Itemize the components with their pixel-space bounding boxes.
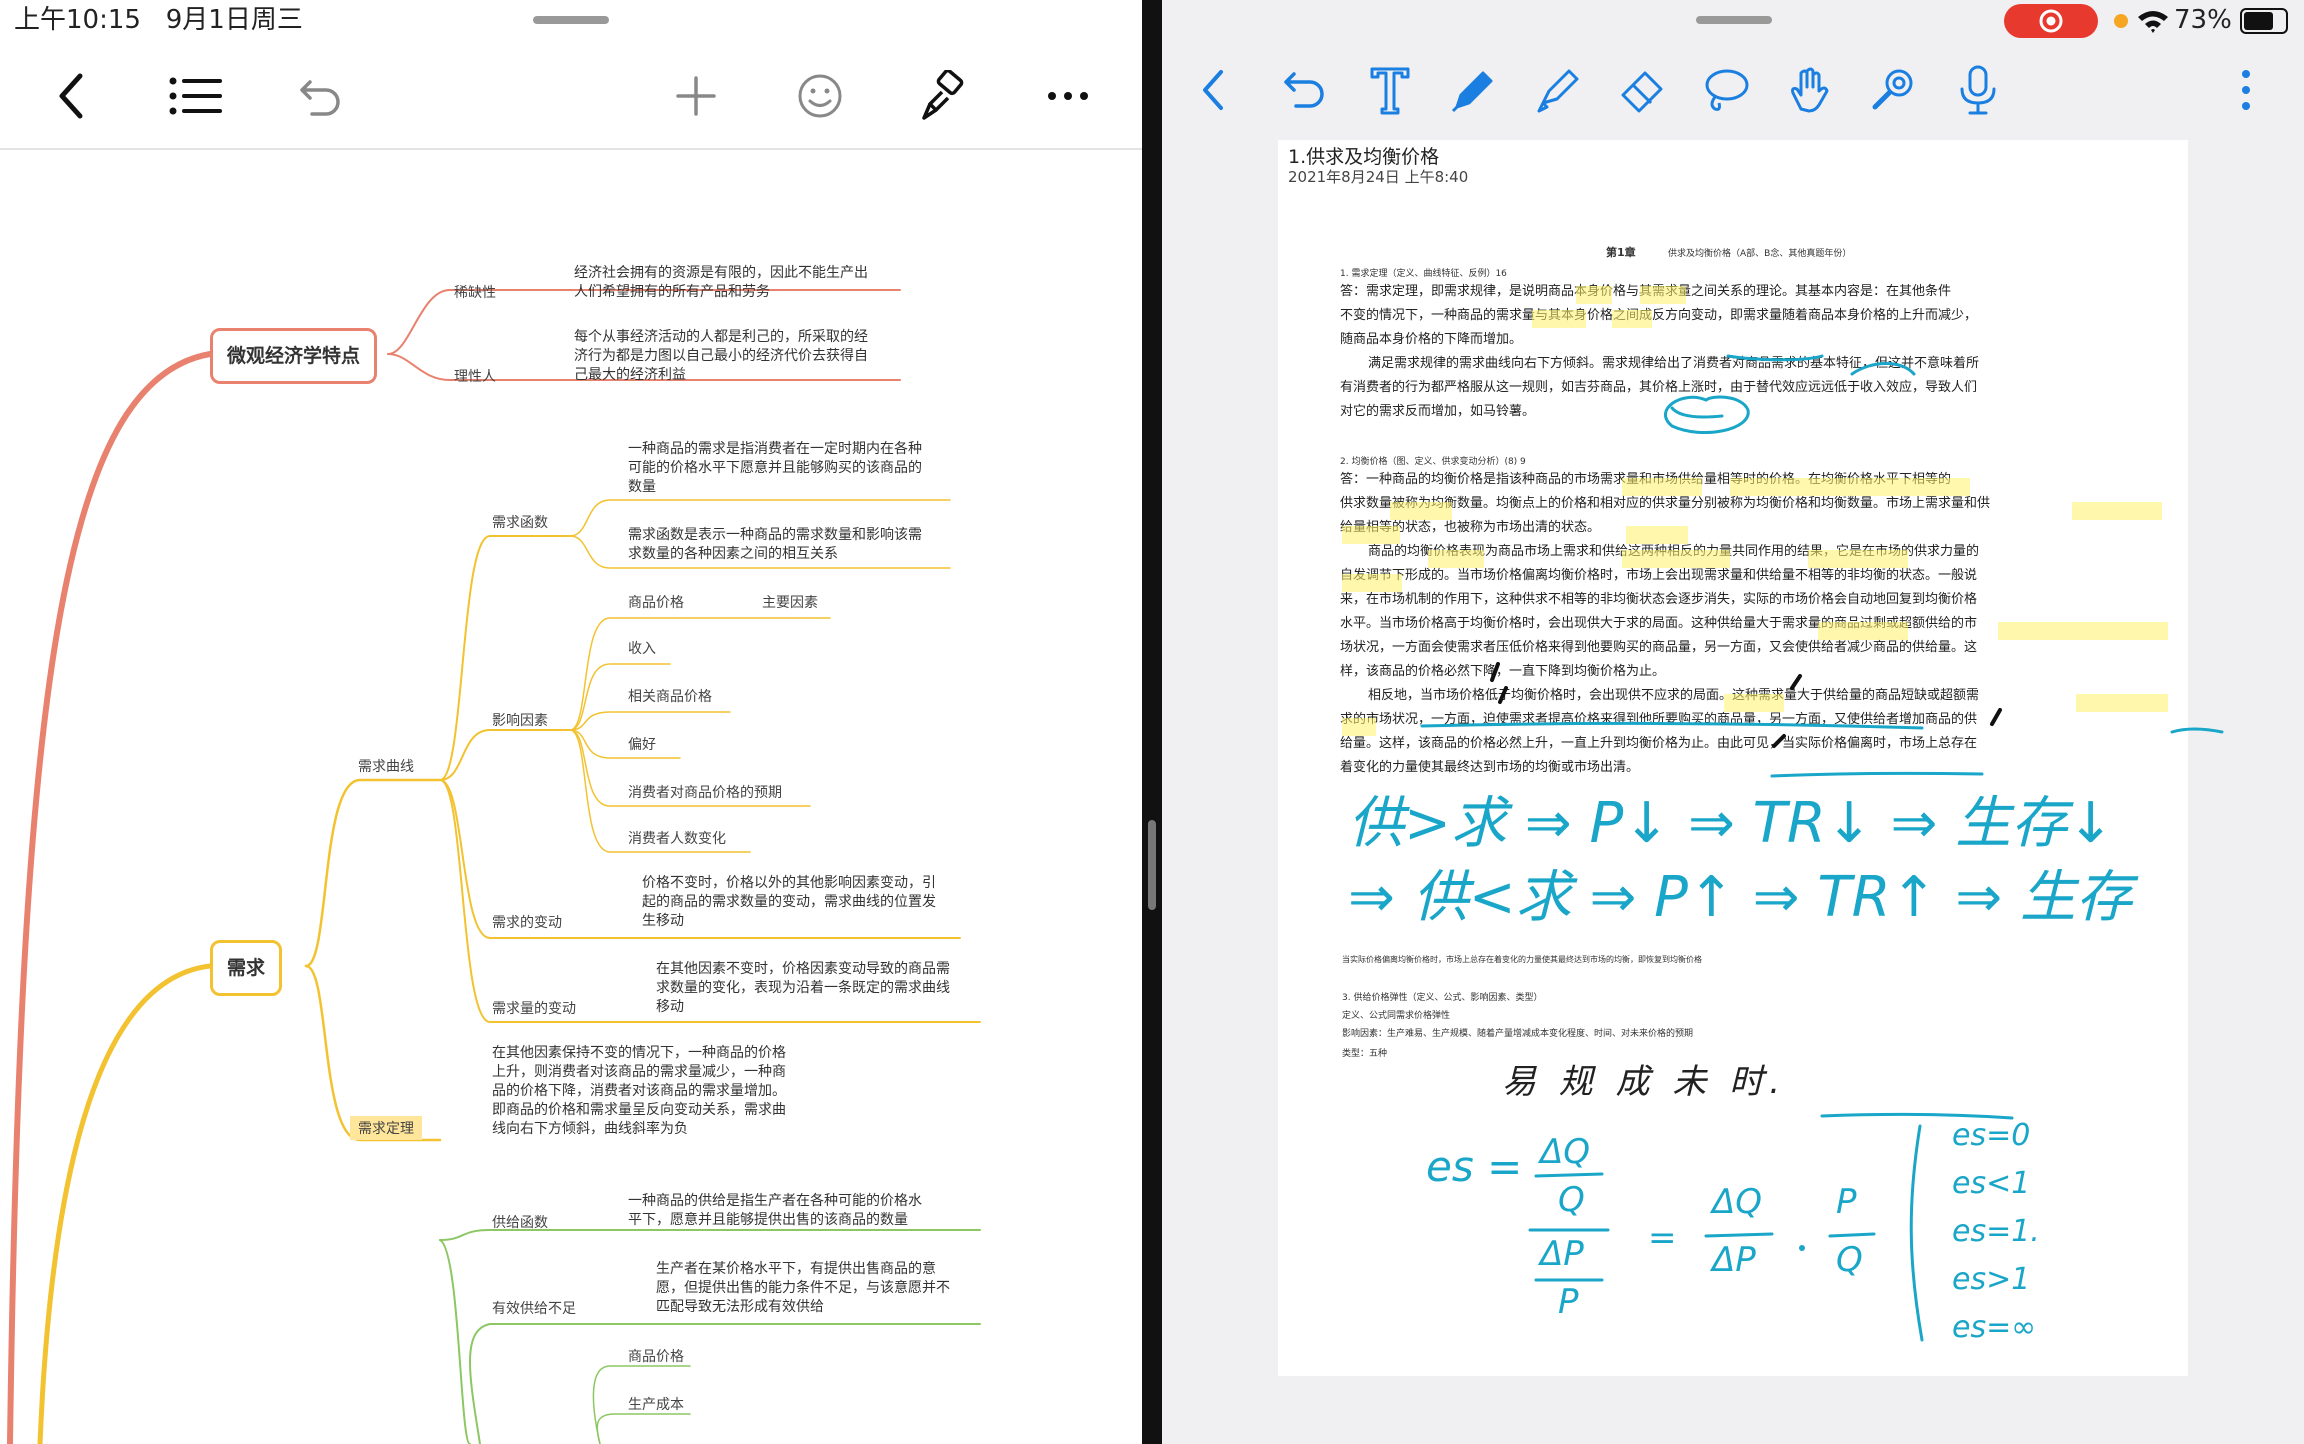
node-factors-label[interactable]: 影响因素 <box>492 710 548 730</box>
note-date: 2021年8月24日 上午8:40 <box>1288 168 1469 186</box>
node-micro-econ[interactable]: 微观经济学特点 <box>210 328 378 384</box>
formula-rhs-p[interactable]: P <box>1836 1182 1857 1222</box>
split-view-divider[interactable] <box>1142 0 1162 1444</box>
node-factor-price[interactable]: 商品价格 <box>628 592 684 612</box>
node-factor-preference[interactable]: 偏好 <box>628 734 656 754</box>
formula-rhs-dq[interactable]: ΔQ <box>1712 1182 1762 1222</box>
node-rational-label[interactable]: 理性人 <box>454 366 496 386</box>
q3-definition: 定义、公式同需求价格弹性 <box>1342 1011 1451 1021</box>
eraser-icon[interactable] <box>1610 50 1674 130</box>
pen-icon[interactable] <box>1442 50 1506 130</box>
notes-toolbar <box>1162 50 2304 130</box>
node-demand-law-text[interactable]: 在其他因素保持不变的情况下，一种商品的价格 上升，则消费者对该商品的需求量减少，一… <box>492 1044 786 1139</box>
back-icon[interactable] <box>1182 50 1246 130</box>
node-micro-econ-title: 微观经济学特点 <box>227 345 361 367</box>
formula-dp[interactable]: ΔP <box>1540 1234 1584 1274</box>
mic-active-dot <box>2114 14 2128 28</box>
q1-heading: 1. 需求定理（定义、曲线特征、反例）16 <box>1340 269 1507 279</box>
node-demand-title: 需求 <box>227 957 266 979</box>
node-scarcity-label[interactable]: 稀缺性 <box>454 282 496 302</box>
node-quantity-change-label[interactable]: 需求量的变动 <box>492 998 576 1018</box>
node-demand[interactable]: 需求 <box>210 940 283 996</box>
handwriting-line-2[interactable]: ⇒ 供<求 ⇒ P↑ ⇒ TR↑ ⇒ 生存 <box>1348 852 2132 933</box>
record-icon <box>2039 9 2063 33</box>
chapter-subtitle: 供求及均衡价格（A部、B念、其他真题年份） <box>1668 249 1852 259</box>
battery-percent: 73% <box>2174 5 2232 35</box>
node-factor-related[interactable]: 相关商品价格 <box>628 686 712 706</box>
q2-heading: 2. 均衡价格（图、定义、供求变动分析）(8) 9 <box>1340 457 1526 467</box>
node-factor-expectation[interactable]: 消费者对商品价格的预期 <box>628 782 782 802</box>
node-supply-lack-text[interactable]: 生产者在某价格水平下，有提供出售商品的意 愿，但提供出售的能力条件不足，与该意愿并… <box>656 1260 950 1317</box>
node-factor-income[interactable]: 收入 <box>628 638 656 658</box>
lasso-icon[interactable] <box>1694 50 1758 130</box>
q3-factors: 影响因素：生产难易、生产规模、随着产量增减成本变化程度、时间、对未来价格的预期 <box>1342 1029 1694 1039</box>
note-small-text: 当实际价格偏离均衡价格时，市场上总存在着变化的力量使其最终达到市场的均衡，即恢复… <box>1342 955 1702 964</box>
highlighter-icon[interactable] <box>1526 50 1590 130</box>
more-icon[interactable] <box>2214 50 2278 130</box>
battery-icon <box>2240 8 2288 34</box>
node-demand-def-text[interactable]: 一种商品的需求是指消费者在一定时期内在各种 可能的价格水平下愿意并且能够购买的该商… <box>628 440 922 497</box>
node-factor-main[interactable]: 主要因素 <box>762 592 818 612</box>
wifi-icon <box>2138 11 2168 33</box>
mic-icon[interactable] <box>1946 50 2010 130</box>
text-tool-icon[interactable] <box>1358 50 1422 130</box>
mindmap-app: 上午10:15 9月1日周三 微观经济学特点 稀缺性 经济社会拥有的资源是有限的… <box>0 0 1142 1444</box>
node-supply-def-text[interactable]: 一种商品的供给是指生产者在各种可能的价格水 平下，愿意并且能够提供出售的该商品的数… <box>628 1192 922 1230</box>
handwriting-line-1[interactable]: 供>求 ⇒ P↓ ⇒ TR↓ ⇒ 生存↓ <box>1348 778 2114 859</box>
q3-heading: 3. 供给价格弹性（定义、公式、影响因素、类型） <box>1342 993 1543 1003</box>
node-scarcity-text[interactable]: 经济社会拥有的资源是有限的，因此不能生产出 人们希望拥有的所有产品和劳务 <box>574 264 868 302</box>
undo-icon[interactable] <box>1272 50 1336 130</box>
node-quantity-change-text[interactable]: 在其他因素不变时，价格因素变动导致的商品需 求数量的变化，表现为沿着一条既定的需求… <box>656 960 950 1017</box>
chapter-number: 第1章 <box>1606 246 1636 259</box>
elasticity-cases[interactable]: es=0 es<1 es=1. es>1 es=∞ <box>1952 1112 2040 1352</box>
screen-record-indicator[interactable] <box>2004 4 2098 38</box>
node-demand-law-label[interactable]: 需求定理 <box>350 1116 422 1140</box>
formula-q[interactable]: Q <box>1558 1180 1585 1220</box>
formula-dq[interactable]: ΔQ <box>1540 1132 1590 1172</box>
node-rational-text[interactable]: 每个从事经济活动的人都是利己的，所采取的经 济行为都是力图以自己最小的经济代价去获… <box>574 328 868 385</box>
q3-types: 类型：五种 <box>1342 1049 1388 1059</box>
q2-paragraph: 答：一种商品的均衡价格是指该种商品的市场需求量和市场供给量相等时的价格。在均衡价… <box>1340 472 1991 775</box>
node-supply-factor-price[interactable]: 商品价格 <box>628 1346 684 1366</box>
node-demand-change-text[interactable]: 价格不变时，价格以外的其他影响因素变动，引 起的商品的需求数量的变动，需求曲线的位… <box>642 874 936 931</box>
formula-rhs-q[interactable]: Q <box>1836 1240 1863 1280</box>
node-demand-function-label[interactable]: 需求函数 <box>492 512 548 532</box>
hand-icon[interactable] <box>1778 50 1842 130</box>
note-title[interactable]: 1.供求及均衡价格 <box>1288 142 1439 169</box>
formula-p[interactable]: P <box>1558 1282 1579 1322</box>
laser-icon[interactable] <box>1862 50 1926 130</box>
mindmap-branches <box>7 289 981 1444</box>
node-supply-lack-label[interactable]: 有效供给不足 <box>492 1298 576 1318</box>
formula-es[interactable]: es = <box>1426 1142 1522 1191</box>
node-demand-change-label[interactable]: 需求的变动 <box>492 912 562 932</box>
node-supply-function-label[interactable]: 供给函数 <box>492 1212 548 1232</box>
notes-app: 73% 1.供求及均衡价格 2021年8月24日 上午8:40 第1章 供求及均… <box>1162 0 2304 1444</box>
node-demand-func-text[interactable]: 需求函数是表示一种商品的需求数量和影响该需 求数量的各种因素之间的相互关系 <box>628 526 922 564</box>
handwriting-factors[interactable]: 易 规 成 未 时. <box>1502 1054 1786 1103</box>
node-demand-curve-label[interactable]: 需求曲线 <box>358 756 414 776</box>
formula-rhs-dp[interactable]: ΔP <box>1712 1240 1756 1280</box>
node-factor-population[interactable]: 消费者人数变化 <box>628 828 726 848</box>
formula-equals[interactable]: = <box>1648 1218 1677 1258</box>
split-view-grip[interactable] <box>1148 820 1156 910</box>
node-supply-factor-cost[interactable]: 生产成本 <box>628 1394 684 1414</box>
q1-paragraph: 答：需求定理，即需求规律，是说明商品本身价格与其需求量之间关系的理论。其基本内容… <box>1340 284 1980 419</box>
multitask-handle-right[interactable] <box>1696 16 1772 24</box>
